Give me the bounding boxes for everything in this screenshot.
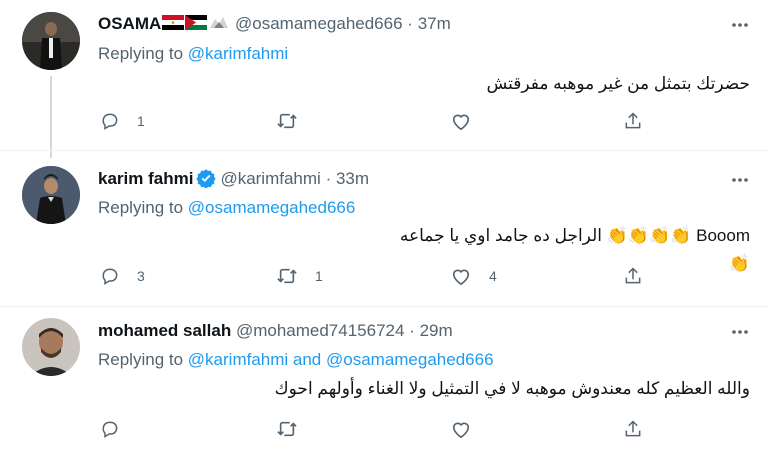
tweet-osama[interactable]: OSAMA @osamamegahed666 · 37m Replying to… <box>0 0 768 158</box>
avatar-osama[interactable] <box>22 12 80 70</box>
display-name[interactable]: mohamed sallah <box>98 321 231 340</box>
more-icon[interactable] <box>730 15 750 35</box>
share-button[interactable] <box>623 111 643 131</box>
share-icon <box>623 266 643 286</box>
reply-button[interactable] <box>100 419 137 439</box>
replying-to-label: Replying to <box>98 350 184 369</box>
retweet-button[interactable] <box>276 419 315 439</box>
share-button[interactable] <box>623 419 643 439</box>
like-count: 4 <box>489 268 497 284</box>
like-button[interactable]: 4 <box>450 266 497 286</box>
tweet-text-arabic: الراجل ده جامد اوي يا جماعه <box>399 226 602 245</box>
reply-icon <box>100 111 120 131</box>
handle[interactable]: @osamamegahed666 <box>235 14 403 33</box>
tweet-header: OSAMA @osamamegahed666 · 37m <box>98 13 451 35</box>
clap-emoji: 👏 <box>627 226 650 245</box>
tweet-karim[interactable]: karim fahmi @karimfahmi · 33m Replying to… <box>0 151 768 306</box>
timestamp[interactable]: 33m <box>336 169 369 188</box>
replying-to: Replying to @karimfahmi <box>98 43 288 65</box>
separator-dot: · <box>325 169 332 188</box>
replying-to: Replying to @osamamegahed666 <box>98 197 355 219</box>
reply-count: 1 <box>137 113 145 129</box>
clap-emoji: 👏 <box>728 254 750 273</box>
avatar-karim[interactable] <box>22 166 80 224</box>
like-icon <box>450 419 472 439</box>
reply-icon <box>100 419 120 439</box>
eagle-icon <box>208 14 230 29</box>
reply-button[interactable]: 1 <box>100 111 145 131</box>
separator-dot: · <box>407 14 413 33</box>
handle[interactable]: @mohamed74156724 <box>236 321 405 340</box>
retweet-icon <box>276 266 298 286</box>
clap-emoji: 👏 <box>649 226 671 245</box>
timestamp[interactable]: 37m <box>418 14 451 33</box>
egypt-flag-icon <box>162 14 185 30</box>
replying-to-link[interactable]: @osamamegahed666 <box>188 198 356 217</box>
verified-badge-icon <box>196 168 217 194</box>
jordan-flag-icon <box>185 14 208 30</box>
retweet-button[interactable] <box>276 111 315 131</box>
tweet-text: والله العظيم كله معندوش موهبه لا في التم… <box>274 379 750 398</box>
share-icon <box>623 419 643 439</box>
like-icon <box>450 266 472 286</box>
share-icon <box>623 111 643 131</box>
reply-icon <box>100 266 120 286</box>
retweet-count: 1 <box>315 268 323 284</box>
separator-dot: · <box>409 321 415 340</box>
like-icon <box>450 111 472 131</box>
tweet-text: حضرتك بتمثل من غير موهبه مفرقتش <box>486 74 750 93</box>
tweet-text-latin: Booom <box>696 226 750 245</box>
more-icon[interactable] <box>730 322 750 342</box>
reply-button[interactable]: 3 <box>100 266 145 286</box>
tweet-mohamed[interactable]: mohamed sallah @mohamed74156724 · 29m Re… <box>0 307 768 454</box>
retweet-button[interactable]: 1 <box>276 266 323 286</box>
replying-to-link[interactable]: @karimfahmi <box>188 44 288 63</box>
replying-to-link[interactable]: @karimfahmi and @osamamegahed666 <box>188 350 494 369</box>
like-button[interactable] <box>450 111 489 131</box>
tweet-header: karim fahmi @karimfahmi · 33m <box>98 168 369 194</box>
clap-emoji: 👏 <box>606 226 628 245</box>
handle[interactable]: @karimfahmi <box>220 169 320 188</box>
tweet-header: mohamed sallah @mohamed74156724 · 29m <box>98 320 453 342</box>
display-name[interactable]: karim fahmi <box>98 169 193 188</box>
like-button[interactable] <box>450 419 489 439</box>
display-name[interactable]: OSAMA <box>98 14 161 33</box>
replying-to: Replying to @karimfahmi and @osamamegahe… <box>98 349 494 371</box>
more-icon[interactable] <box>730 170 750 190</box>
clap-emoji: 👏 <box>670 226 692 245</box>
retweet-icon <box>276 111 298 131</box>
share-button[interactable] <box>623 266 643 286</box>
timestamp[interactable]: 29m <box>420 321 453 340</box>
reply-count: 3 <box>137 268 145 284</box>
thread-line <box>50 76 52 158</box>
replying-to-label: Replying to <box>98 198 184 217</box>
retweet-icon <box>276 419 298 439</box>
tweet-text-line-1: Booom 👏👏👏👏 الراجل ده جامد اوي يا جماعه <box>400 222 750 250</box>
avatar-mohamed[interactable] <box>22 318 80 376</box>
replying-to-label: Replying to <box>98 44 184 63</box>
